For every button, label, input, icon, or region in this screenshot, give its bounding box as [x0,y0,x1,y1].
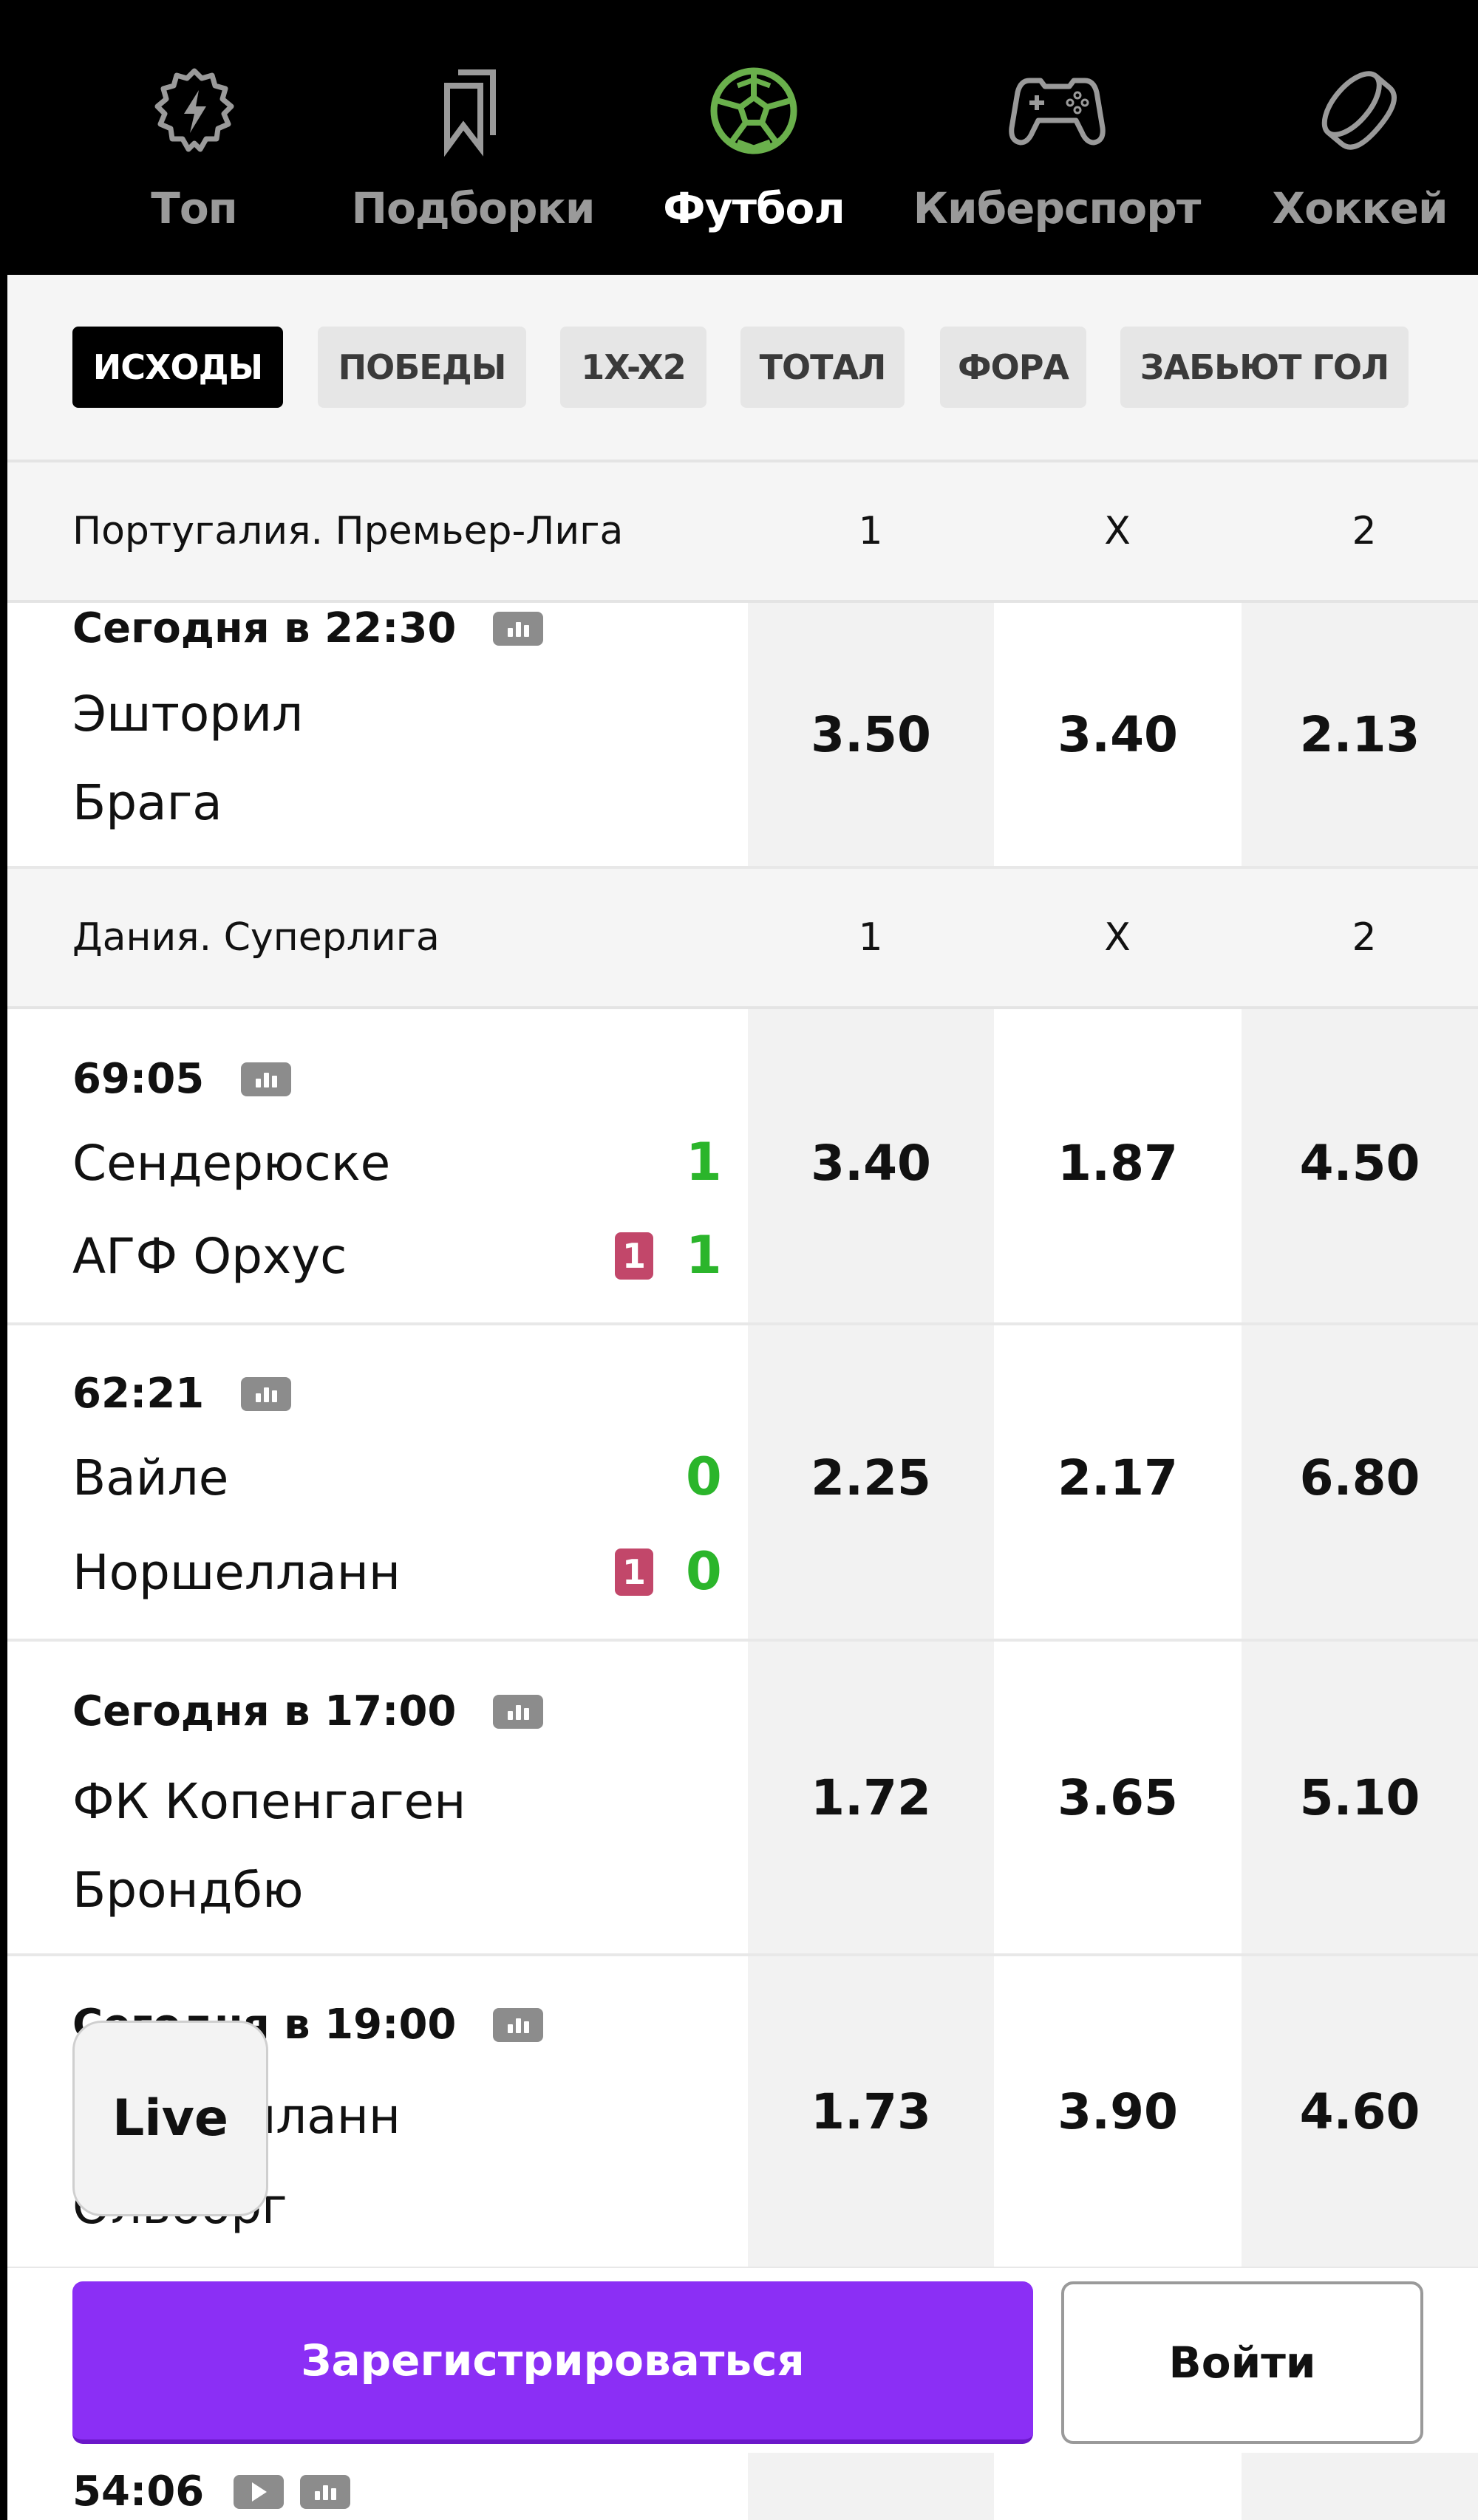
nav-label: Киберспорт [913,183,1202,233]
match-time-text: 62:21 [72,1370,205,1418]
red-card-badge: 1 [615,1232,653,1280]
match-row[interactable]: Сегодня в 22:30 Эшторил Брага 3.50 3.40 … [7,603,1478,869]
match-time: Сегодня в 22:30 [72,604,544,652]
sport-nav-bar: Топ Подборки Футбол Киберспорт Хоккей [0,0,1478,275]
league-header[interactable]: Португалия. Премьер-Лига 1 X 2 [7,462,1478,603]
nav-label: Подборки [351,183,595,233]
nav-item-esports[interactable]: Киберспорт [913,0,1201,275]
chip-handicap[interactable]: ФОРА [940,327,1086,408]
hockey-puck-icon [1308,59,1411,163]
home-team: ФК Копенгаген [72,1773,466,1830]
odd-draw[interactable]: 3.40 [994,603,1242,866]
column-header-away: 2 [1352,915,1377,960]
nav-label: Футбол [663,183,845,233]
match-row[interactable]: 62:21 Вайле 0 Норшелланн 1 0 2.25 2.17 6… [7,1325,1478,1642]
chip-double-chance[interactable]: 1X-X2 [560,327,706,408]
video-play-icon[interactable] [234,2474,285,2509]
home-score: 0 [686,1447,722,1507]
login-button[interactable]: Войти [1061,2281,1423,2444]
stats-icon[interactable] [493,2007,544,2042]
column-header-draw: X [1104,915,1131,960]
away-team: Норшелланн [72,1544,401,1601]
chip-total[interactable]: ТОТАЛ [740,327,905,408]
nav-item-collections[interactable]: Подборки [351,0,596,275]
column-header-home: 1 [858,509,883,553]
odd-draw[interactable]: 3.90 [994,1956,1242,2267]
match-time: Сегодня в 17:00 [72,1687,544,1735]
market-filter-bar: ИСХОДЫ ПОБЕДЫ 1X-X2 ТОТАЛ ФОРА ЗАБЬЮТ ГО… [7,275,1478,462]
away-score: 0 [686,1541,722,1602]
red-card-badge: 1 [615,1548,653,1596]
chip-wins[interactable]: ПОБЕДЫ [318,327,526,408]
match-time: 69:05 [72,1055,292,1103]
column-header-home: 1 [858,915,883,960]
home-team: Эшторил [72,686,304,742]
nav-item-top[interactable]: Топ [133,0,255,275]
odd-draw[interactable]: 2.17 [994,1325,1242,1639]
gamepad-icon [1005,59,1108,163]
odd-away[interactable]: 4.50 [1242,1009,1478,1322]
league-name: Португалия. Премьер-Лига [72,509,624,553]
match-row[interactable]: Сегодня в 17:00 ФК Копенгаген Брондбю 1.… [7,1642,1478,1956]
match-time-text: 69:05 [72,1055,205,1103]
away-team: Брондбю [72,1862,304,1919]
odd-home[interactable]: 1.72 [748,1642,994,1953]
nav-label: Топ [151,183,237,233]
match-time-text: 54:06 [72,2468,205,2516]
odd-away[interactable]: 4.60 [1242,1956,1478,2267]
match-time-text: Сегодня в 17:00 [72,1687,457,1735]
stats-icon[interactable] [493,611,544,646]
away-score: 1 [686,1225,722,1285]
away-team: АГФ Орхус [72,1228,347,1285]
odd-away[interactable]: 2.13 [1242,603,1478,866]
left-edge-strip [0,0,7,2520]
live-button[interactable]: Live [72,2021,268,2216]
odd-home[interactable]: 1.73 [748,1956,994,2267]
nav-label: Хоккей [1272,183,1448,233]
home-team: Сендерюске [72,1135,391,1192]
stats-icon[interactable] [493,1694,544,1729]
odd-away[interactable]: 5.10 [1242,1642,1478,1953]
odd-away[interactable]: 6.80 [1242,1325,1478,1639]
league-name: Дания. Суперлига [72,915,440,960]
odd-draw[interactable]: 3.65 [994,1642,1242,1953]
match-row[interactable]: 69:05 Сендерюске 1 АГФ Орхус 1 1 3.40 1.… [7,1009,1478,1325]
odd-home[interactable]: 3.50 [748,603,994,866]
chip-both-score[interactable]: ЗАБЬЮТ ГОЛ [1120,327,1409,408]
match-time: 54:06 [72,2468,351,2516]
odd-home[interactable]: 2.25 [748,1325,994,1639]
home-team: Вайле [72,1449,229,1506]
stats-icon[interactable] [241,1376,292,1411]
away-team: Брага [72,774,222,831]
column-header-draw: X [1104,509,1131,553]
odd-draw[interactable]: 1.87 [994,1009,1242,1322]
nav-item-football[interactable]: Футбол [658,0,850,275]
stats-icon[interactable] [300,2474,351,2509]
nav-item-hockey[interactable]: Хоккей [1272,0,1448,275]
odd-home[interactable]: 3.40 [748,1009,994,1322]
lightning-badge-icon [143,59,246,163]
auth-bar: Зарегистрироваться Войти [7,2268,1478,2453]
match-time: 62:21 [72,1370,292,1418]
chip-outcomes[interactable]: ИСХОДЫ [72,327,283,408]
home-score: 1 [686,1132,722,1192]
match-time-text: Сегодня в 22:30 [72,604,457,652]
stats-icon[interactable] [241,1062,292,1096]
register-button[interactable]: Зарегистрироваться [72,2281,1033,2444]
league-header[interactable]: Дания. Суперлига 1 X 2 [7,869,1478,1009]
column-header-away: 2 [1352,509,1377,553]
soccer-ball-icon [702,59,806,163]
bookmarks-icon [421,59,525,163]
